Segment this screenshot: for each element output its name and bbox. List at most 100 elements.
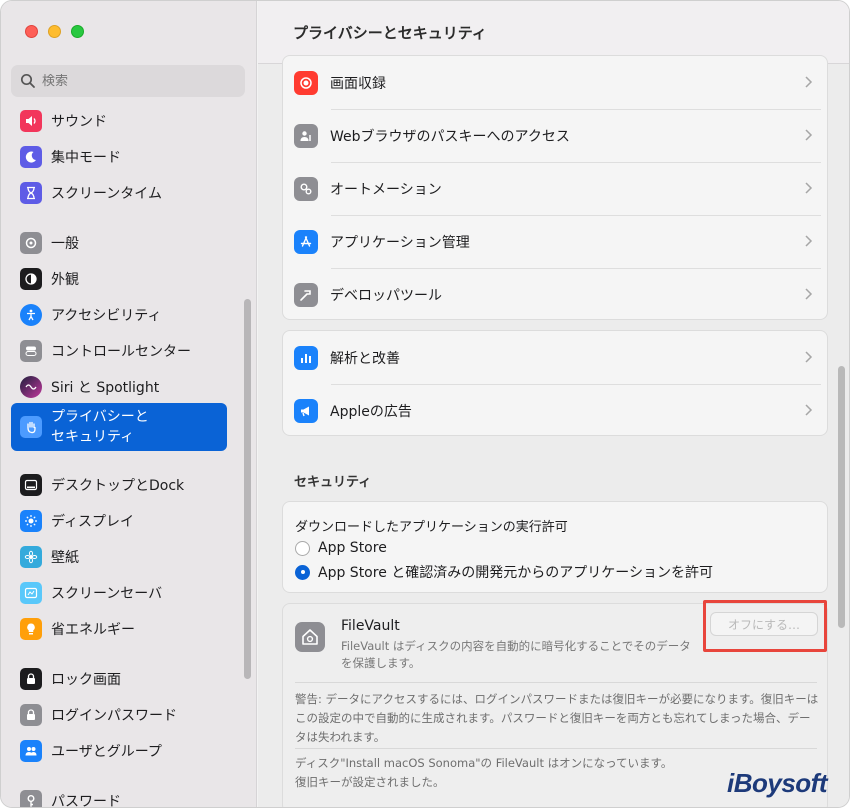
chevron-right-icon [805, 182, 813, 194]
key-icon [20, 790, 42, 807]
sidebar-item-screen-saver[interactable]: スクリーンセーバ [11, 577, 227, 609]
bulb-icon [20, 618, 42, 640]
sidebar-item-displays[interactable]: ディスプレイ [11, 505, 227, 537]
security-section-title: セキュリティ [294, 475, 372, 490]
row-app-management[interactable]: アプリケーション管理 [283, 215, 827, 268]
sidebar-item-desktop-dock[interactable]: デスクトップとDock [11, 469, 227, 501]
iboysoft-watermark: iBoysoft [727, 768, 828, 798]
house-lock-icon [295, 622, 325, 652]
row-label: オートメーション [330, 181, 442, 198]
download-permission-card: ダウンロードしたアプリケーションの実行許可 App Store App Stor… [282, 501, 828, 593]
sidebar-item-login-password[interactable]: ログインパスワード [11, 699, 227, 731]
row-label: デベロッパツール [330, 287, 442, 304]
chevron-right-icon [805, 288, 813, 300]
analytics-card: 解析と改善 Appleの広告 [282, 330, 828, 436]
megaphone-icon [294, 398, 318, 423]
filevault-status: ディスク"Install macOS Sonoma"の FileVault はオ… [295, 754, 715, 792]
filevault-title: FileVault [341, 618, 400, 634]
chevron-right-icon [805, 235, 813, 247]
gears-icon [294, 176, 318, 201]
toggle-icon [20, 340, 42, 362]
filevault-warning: 警告: データにアクセスするには、ログインパスワードまたは復旧キーが必要になりま… [295, 692, 819, 744]
row-analytics[interactable]: 解析と改善 [283, 331, 827, 384]
main-scrollbar[interactable] [838, 366, 845, 628]
row-label: 画面収録 [330, 75, 386, 92]
search-field[interactable] [11, 65, 245, 97]
zoom-button[interactable] [71, 25, 84, 38]
screensaver-icon [20, 582, 42, 604]
radio-app-store-identified[interactable]: App Store と確認済みの開発元からのアプリケーションを許可 [295, 562, 713, 582]
sidebar-item-label: サウンド [51, 114, 107, 130]
row-automation[interactable]: オートメーション [283, 162, 827, 215]
sidebar-label-line2: セキュリティ [51, 429, 135, 445]
sidebar-item-control-center[interactable]: コントロールセンター [11, 335, 227, 367]
chevron-right-icon [805, 351, 813, 363]
padlock-icon [20, 704, 42, 726]
highlight-box [703, 600, 827, 652]
filevault-status-line2: 復旧キーが設定されました。 [295, 775, 445, 789]
filevault-status-line1: ディスク"Install macOS Sonoma"の FileVault はオ… [295, 756, 673, 770]
radio-button-on[interactable] [295, 564, 310, 580]
window-controls [25, 25, 84, 38]
sidebar-item-label: 壁紙 [51, 550, 79, 566]
chevron-right-icon [805, 129, 813, 141]
sidebar-item-label: 一般 [51, 236, 79, 252]
search-icon [20, 73, 35, 88]
sidebar-item-wallpaper[interactable]: 壁紙 [11, 541, 227, 573]
sun-icon [20, 510, 42, 532]
sidebar-scrollbar[interactable] [244, 299, 251, 679]
radio-app-store[interactable]: App Store [295, 540, 387, 556]
sidebar-item-sound[interactable]: サウンド [11, 105, 227, 137]
row-screen-recording[interactable]: 画面収録 [283, 56, 827, 109]
privacy-card: 画面収録 Webブラウザのパスキーへのアクセス オートメーション アプリケーショ… [282, 55, 828, 320]
sidebar-item-label: アクセシビリティ [51, 308, 162, 324]
search-input[interactable] [42, 73, 232, 89]
sidebar-item-appearance[interactable]: 外観 [11, 263, 227, 295]
main-pane: プライバシーとセキュリティ 画面収録 Webブラウザのパスキーへのアクセス オー… [258, 1, 849, 807]
sidebar-item-label: 省エネルギー [51, 622, 135, 638]
sidebar-item-label: 集中モード [51, 150, 121, 166]
sidebar-item-users-groups[interactable]: ユーザとグループ [11, 735, 227, 767]
row-label: Appleの広告 [330, 403, 412, 420]
minimize-button[interactable] [48, 25, 61, 38]
hand-icon [20, 416, 42, 438]
divider [295, 748, 817, 749]
row-label: Webブラウザのパスキーへのアクセス [330, 128, 570, 145]
person-key-icon [294, 123, 318, 148]
sidebar-item-label: 外観 [51, 272, 79, 288]
radio-button-off[interactable] [295, 540, 310, 556]
app-store-icon [294, 229, 318, 254]
sidebar-item-passwords[interactable]: パスワード [11, 785, 227, 808]
flower-icon [20, 546, 42, 568]
sidebar-item-label: パスワード [51, 794, 121, 808]
record-icon [294, 70, 318, 95]
bar-chart-icon [294, 345, 318, 370]
row-browser-passkeys[interactable]: Webブラウザのパスキーへのアクセス [283, 109, 827, 162]
chevron-right-icon [805, 404, 813, 416]
row-label: アプリケーション管理 [330, 234, 470, 251]
siri-icon [20, 376, 42, 398]
users-icon [20, 740, 42, 762]
sidebar-item-accessibility[interactable]: アクセシビリティ [11, 299, 227, 331]
radio-label: App Store [318, 540, 387, 556]
row-apple-advertising[interactable]: Appleの広告 [283, 384, 827, 437]
gear-icon [20, 232, 42, 254]
sidebar-item-label: Siri と Spotlight [51, 380, 160, 396]
sidebar-item-lock-screen[interactable]: ロック画面 [11, 663, 227, 695]
sidebar-item-label: スクリーンセーバ [51, 586, 163, 602]
lock-icon [20, 668, 42, 690]
sidebar-item-screen-time[interactable]: スクリーンタイム [11, 177, 227, 209]
sidebar-item-energy-saver[interactable]: 省エネルギー [11, 613, 227, 645]
sidebar-item-label: コントロールセンター [51, 344, 191, 360]
sidebar-item-label: ユーザとグループ [51, 744, 162, 760]
radio-label: App Store と確認済みの開発元からのアプリケーションを許可 [318, 565, 713, 581]
row-developer-tools[interactable]: デベロッパツール [283, 268, 827, 321]
hammer-icon [294, 282, 318, 307]
sidebar-item-siri[interactable]: Siri と Spotlight [11, 371, 227, 403]
settings-window: サウンド 集中モード スクリーンタイム 一般 [0, 0, 850, 808]
sidebar-item-general[interactable]: 一般 [11, 227, 227, 259]
sidebar-item-focus[interactable]: 集中モード [11, 141, 227, 173]
sidebar-item-privacy-security[interactable]: プライバシーと セキュリティ [11, 403, 227, 451]
close-button[interactable] [25, 25, 38, 38]
speaker-icon [20, 110, 42, 132]
